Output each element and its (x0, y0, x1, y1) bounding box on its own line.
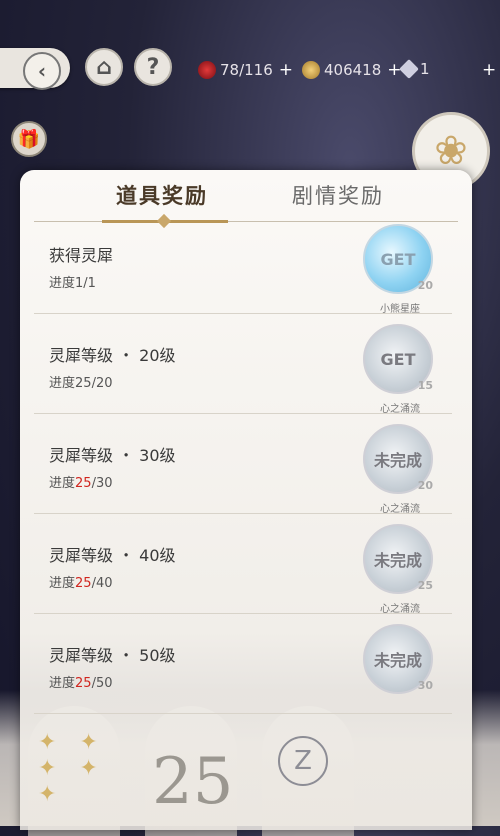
reward-item-locked: 未完成 20 心之涌流 (363, 424, 433, 515)
reward-item-locked: 未完成 30 (363, 624, 433, 694)
progress-label: 进度 (49, 576, 76, 591)
diamonds-display: 1 (399, 59, 430, 79)
progress-current: 25 (75, 476, 92, 491)
progress-current: 25 (75, 676, 92, 691)
diamonds-value: 1 (420, 60, 430, 78)
progress-total: /40 (91, 576, 113, 591)
home-button[interactable]: ⌂ (85, 48, 123, 86)
reward-name: 小熊星座 (380, 304, 420, 315)
help-button[interactable]: ? (134, 48, 172, 86)
reward-quantity: 30 (417, 679, 433, 692)
coins-value: 406418 (324, 61, 382, 79)
tab-item-rewards[interactable]: 道具奖励 (116, 180, 208, 212)
reward-quantity: 25 (417, 579, 433, 592)
reward-item-locked: 未完成 25 心之涌流 (363, 524, 433, 615)
reward-name: 心之涌流 (380, 604, 420, 615)
top-bar: ‹ ⌂ ? 78/116 + 406418 + 1 + (0, 44, 500, 102)
coins-display: 406418 + (302, 60, 402, 80)
home-icon: ⌂ (96, 54, 112, 80)
stars-decoration-icon: ✦ ✦ ✦ ✦ ✦ (38, 730, 106, 807)
reward-title: 灵犀等级 ・ 30级 (49, 446, 176, 465)
reward-name: 心之涌流 (380, 504, 420, 515)
reward-progress: 进度25/30 (49, 472, 112, 491)
reward-progress: 进度25/40 (49, 572, 112, 591)
back-icon: ‹ (23, 52, 61, 90)
reward-progress: 进度25/50 (49, 672, 112, 691)
reward-name: 心之涌流 (380, 404, 420, 415)
crest-icon: ❀ (434, 128, 468, 174)
reward-row: 获得灵犀 进度1/1 GET 20 小熊星座 (34, 214, 452, 315)
z-logo-icon: Z (278, 736, 328, 786)
help-icon: ? (146, 54, 160, 80)
progress-total: /20 (91, 376, 113, 391)
diamond-icon (399, 59, 419, 79)
coin-icon (302, 61, 320, 79)
gift-button[interactable]: 🎁 (11, 121, 47, 157)
bottom-level-number: 25 (152, 745, 234, 819)
progress-total: /50 (91, 676, 113, 691)
reward-progress: 进度1/1 (49, 272, 96, 291)
progress-current: 25 (75, 376, 92, 391)
tab-story-rewards[interactable]: 剧情奖励 (292, 180, 384, 212)
progress-label: 进度 (49, 376, 76, 391)
reward-title: 灵犀等级 ・ 20级 (49, 346, 176, 365)
reward-row: 灵犀等级 ・ 30级 进度25/30 未完成 20 心之涌流 (34, 414, 452, 515)
reward-quantity: 15 (417, 379, 433, 392)
reward-quantity: 20 (417, 279, 433, 292)
reward-row: 灵犀等级 ・ 20级 进度25/20 GET 15 心之涌流 (34, 314, 452, 415)
diamonds-add-button[interactable]: + (482, 60, 496, 80)
stamina-add-button[interactable]: + (279, 60, 293, 80)
stamina-display: 78/116 + (198, 60, 293, 80)
progress-current: 25 (75, 576, 92, 591)
back-button[interactable]: ‹ (0, 48, 70, 90)
progress-label: 进度 (49, 676, 76, 691)
reward-title: 灵犀等级 ・ 40级 (49, 546, 176, 565)
claim-reward-button[interactable]: GET 15 心之涌流 (363, 324, 433, 415)
reward-progress: 进度25/20 (49, 372, 112, 391)
gift-icon: 🎁 (17, 128, 41, 150)
diamonds-add: + (480, 60, 496, 80)
reward-title: 获得灵犀 (49, 246, 114, 265)
tab-bar: 道具奖励 剧情奖励 (20, 180, 472, 229)
reward-title: 灵犀等级 ・ 50级 (49, 646, 176, 665)
reward-row: 灵犀等级 ・ 40级 进度25/40 未完成 25 心之涌流 (34, 514, 452, 615)
stamina-value: 78/116 (220, 61, 273, 79)
reward-row: 灵犀等级 ・ 50级 进度25/50 未完成 30 (34, 614, 452, 714)
progress-total: /30 (91, 476, 113, 491)
progress-label: 进度 (49, 276, 76, 291)
reward-quantity: 20 (417, 479, 433, 492)
progress-label: 进度 (49, 476, 76, 491)
stamina-icon (198, 61, 216, 79)
progress-total: /1 (83, 276, 96, 291)
claim-reward-button[interactable]: GET 20 小熊星座 (363, 224, 433, 315)
